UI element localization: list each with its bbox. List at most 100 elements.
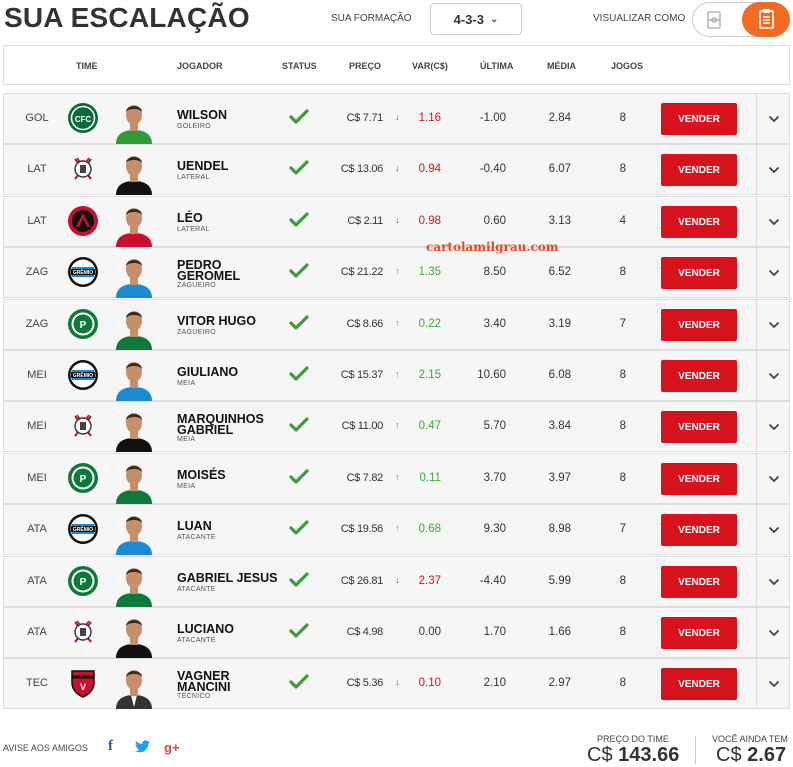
table-row: MEI MARQUINHOS GABRIEL MEIA C$ 11.00 ↑ 0.47 5.7…: [3, 401, 790, 452]
player-role: ZAGUEIRO: [177, 282, 216, 289]
average-value: 6.07: [548, 163, 571, 175]
palmeiras-crest-icon: P: [67, 565, 99, 597]
status-check-icon: [289, 417, 309, 433]
variation-value: 0.00: [418, 626, 441, 638]
player-name[interactable]: WILSON: [177, 109, 227, 122]
table-row: GOL CFC WILSON GOLEIRO C$ 7.71 ↓ 1.16 -1.00 2.84…: [3, 93, 790, 144]
expand-row-button[interactable]: [756, 505, 790, 554]
expand-row-button[interactable]: [756, 300, 790, 349]
variation-value: 0.98: [418, 215, 441, 227]
chevron-down-icon: [768, 629, 780, 637]
player-role: MEIA: [177, 380, 196, 387]
position-label: ATA: [27, 626, 47, 638]
games-value: 8: [619, 266, 626, 278]
twitter-icon[interactable]: [135, 740, 150, 756]
player-photo: [110, 663, 158, 709]
clipboard-icon: [759, 9, 774, 29]
last-score-value: 0.60: [483, 215, 506, 227]
last-score-value: 2.10: [483, 677, 506, 689]
position-label: LAT: [27, 163, 47, 175]
facebook-icon[interactable]: f: [108, 738, 113, 755]
sell-button[interactable]: VENDER: [661, 360, 737, 392]
last-score-value: 3.70: [483, 472, 506, 484]
price-value: C$ 8.66: [346, 318, 384, 330]
player-name[interactable]: LUCIANO: [177, 623, 234, 636]
expand-row-button[interactable]: [756, 454, 790, 503]
status-check-icon: [289, 160, 309, 176]
last-score-value: -1.00: [479, 112, 506, 124]
formacao-dropdown[interactable]: 4-3-3 ⌄: [430, 3, 522, 35]
player-photo: [110, 252, 158, 298]
position-label: ATA: [27, 575, 47, 587]
player-photo: [110, 458, 158, 504]
player-name[interactable]: PEDRO GEROMEL: [177, 259, 240, 283]
table-header: TIME JOGADOR STATUS PREÇO VAR(C$) ÚLTIMA…: [3, 45, 790, 85]
sell-button[interactable]: VENDER: [661, 668, 737, 700]
table-row: MEI GRÊMIO GIULIANO MEIA C$ 15.37 ↑ 2.15 10.60 6…: [3, 350, 790, 401]
sell-button[interactable]: VENDER: [661, 309, 737, 341]
expand-row-button[interactable]: [756, 351, 790, 400]
corinthians-crest-icon: [67, 153, 99, 185]
player-name[interactable]: LÉO: [177, 212, 203, 225]
expand-row-button[interactable]: [756, 659, 790, 708]
expand-row-button[interactable]: [756, 557, 790, 606]
sell-button[interactable]: VENDER: [661, 206, 737, 238]
average-value: 6.08: [548, 369, 571, 381]
player-photo: [110, 509, 158, 555]
sell-button[interactable]: VENDER: [661, 257, 737, 289]
player-name[interactable]: GIULIANO: [177, 366, 238, 379]
sell-button[interactable]: VENDER: [661, 617, 737, 649]
price-value: C$ 11.00: [341, 420, 384, 432]
expand-row-button[interactable]: [756, 197, 790, 246]
player-name[interactable]: GABRIEL JESUS: [177, 572, 278, 585]
games-value: 8: [619, 472, 626, 484]
expand-row-button[interactable]: [756, 402, 790, 451]
gremio-crest-icon: GRÊMIO: [67, 359, 99, 391]
google-plus-icon[interactable]: g+: [164, 740, 180, 755]
sell-button[interactable]: VENDER: [661, 463, 737, 495]
sell-button[interactable]: VENDER: [661, 566, 737, 598]
vitoria-crest-icon: V: [67, 667, 99, 699]
last-score-value: -0.40: [479, 163, 506, 175]
average-value: 6.52: [548, 266, 571, 278]
field-view-icon[interactable]: [705, 11, 723, 29]
games-value: 7: [619, 523, 626, 535]
expand-row-button[interactable]: [756, 94, 790, 143]
list-view-button[interactable]: [742, 2, 790, 37]
atletico-pr-crest-icon: [67, 205, 99, 237]
variation-value: 0.47: [418, 420, 441, 432]
player-role: LATERAL: [177, 226, 210, 233]
player-name[interactable]: MOISÉS: [177, 469, 226, 482]
player-photo: [110, 561, 158, 607]
player-photo: [110, 304, 158, 350]
games-value: 8: [619, 112, 626, 124]
header-ultima: ÚLTIMA: [480, 61, 514, 71]
player-name[interactable]: VITOR HUGO: [177, 315, 256, 328]
player-name[interactable]: MARQUINHOS GABRIEL: [177, 413, 264, 437]
svg-text:P: P: [80, 577, 87, 588]
player-name[interactable]: LUAN: [177, 520, 212, 533]
player-name[interactable]: UENDEL: [177, 160, 228, 173]
expand-row-button[interactable]: [756, 145, 790, 194]
sell-button[interactable]: VENDER: [661, 154, 737, 186]
sell-button[interactable]: VENDER: [661, 411, 737, 443]
average-value: 1.66: [548, 626, 571, 638]
sell-button[interactable]: VENDER: [661, 103, 737, 135]
svg-text:P: P: [80, 320, 87, 331]
position-label: MEI: [27, 369, 47, 381]
average-value: 5.99: [548, 575, 571, 587]
sell-button[interactable]: VENDER: [661, 514, 737, 546]
gremio-crest-icon: GRÊMIO: [67, 256, 99, 288]
last-score-value: -4.40: [479, 575, 506, 587]
games-value: 8: [619, 575, 626, 587]
share-label: AVISE AOS AMIGOS: [3, 743, 88, 753]
expand-row-button[interactable]: [756, 248, 790, 297]
player-name[interactable]: VAGNER MANCINI: [177, 670, 230, 694]
palmeiras-crest-icon: P: [67, 462, 99, 494]
player-role: ZAGUEIRO: [177, 329, 216, 336]
corinthians-crest-icon: [67, 616, 99, 648]
formacao-label: SUA FORMAÇÃO: [331, 13, 412, 24]
games-value: 4: [619, 215, 626, 227]
palmeiras-crest-icon: P: [67, 308, 99, 340]
expand-row-button[interactable]: [756, 608, 790, 657]
